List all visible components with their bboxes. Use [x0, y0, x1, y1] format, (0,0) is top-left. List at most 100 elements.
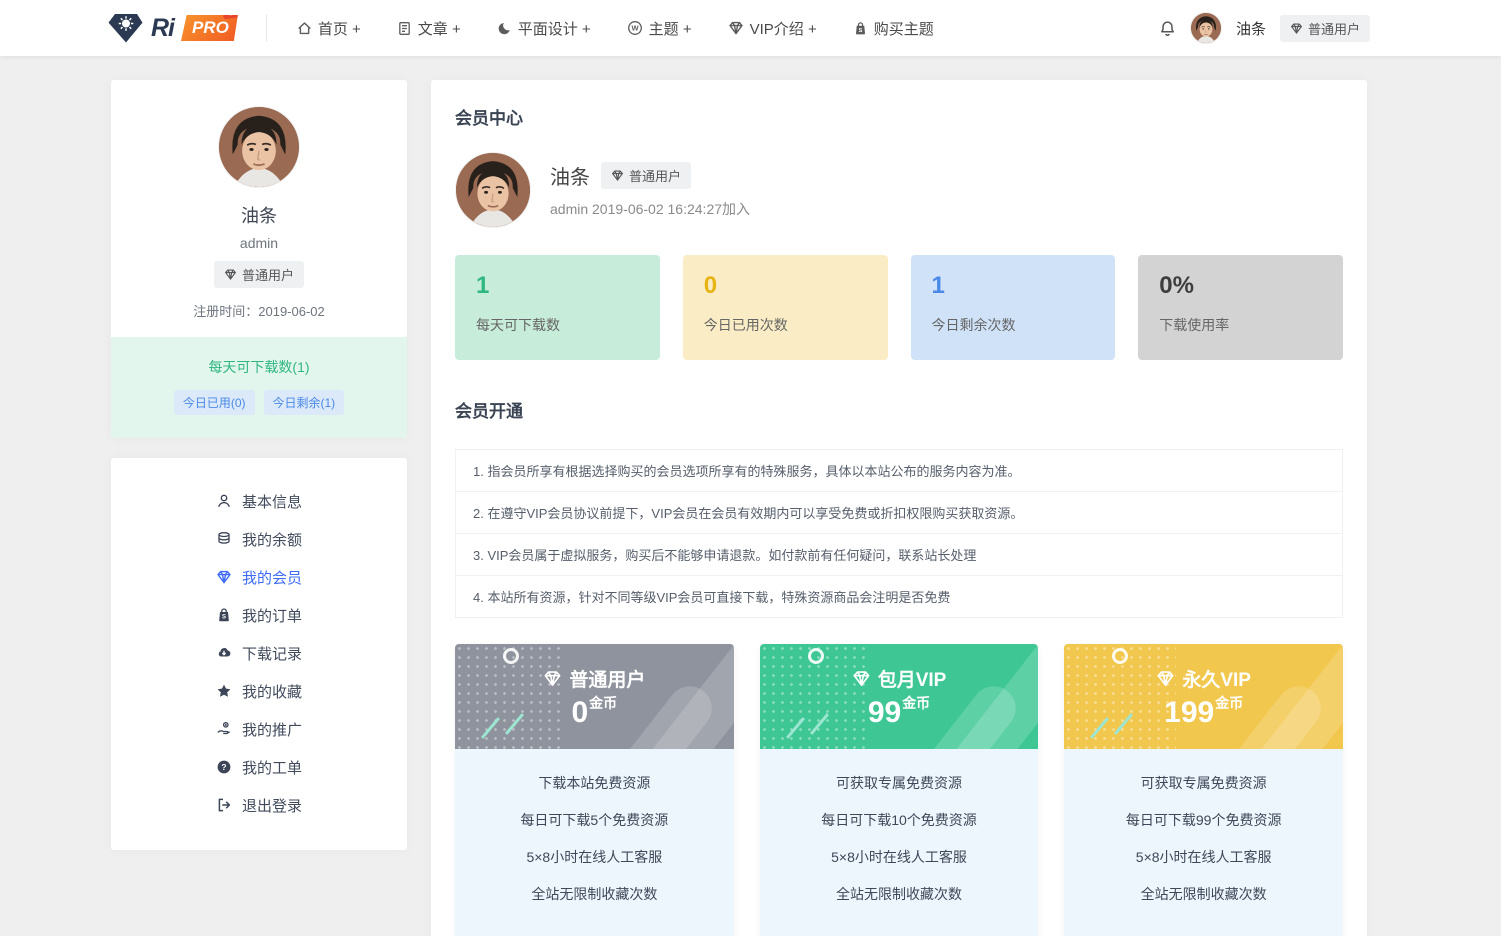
sidebar-item-tickets[interactable]: 我的工单: [111, 748, 407, 786]
plan-feature: 全站无限制收藏次数: [1064, 884, 1343, 904]
nav-item-vip-intro[interactable]: VIP介绍 +: [728, 18, 817, 39]
plan-feature: 每日可下载99个免费资源: [1064, 810, 1343, 830]
ring-decoration: [808, 648, 824, 664]
user-icon: [216, 493, 232, 509]
question-circle-icon: [216, 759, 232, 775]
plan-feature: 5×8小时在线人工客服: [1064, 847, 1343, 867]
topbar-user-badge: 普通用户: [1280, 15, 1370, 42]
plan-feature: 每日可下载10个免费资源: [760, 810, 1039, 830]
member-badge: 普通用户: [601, 162, 691, 189]
profile-name: 油条: [111, 202, 407, 228]
member-avatar: [455, 152, 531, 228]
used-today-pill: 今日已用(0): [174, 390, 255, 415]
topbar-avatar[interactable]: [1190, 12, 1222, 44]
plan-body: 下载本站免费资源 每日可下载5个免费资源 5×8小时在线人工客服 全站无限制收藏…: [455, 749, 734, 936]
sidebar-item-balance[interactable]: 我的余额: [111, 520, 407, 558]
plan-feature: 每日可下载5个免费资源: [455, 810, 734, 830]
plan-price: 199金币: [1164, 696, 1243, 728]
member-center-panel: 会员中心 油条 普通用户 admin 2019-06-02 16:24:27加入…: [431, 80, 1367, 936]
ring-decoration: [503, 648, 519, 664]
stat-value: 0: [704, 272, 867, 300]
plan-feature: 下载本站免费资源: [455, 773, 734, 793]
badge-label: 普通用户: [1308, 19, 1360, 38]
nav-item-themes[interactable]: 主题 +: [627, 18, 692, 39]
plan-price-unit: 金币: [1215, 695, 1243, 711]
menu-label: 我的余额: [242, 529, 302, 550]
top-navbar: Ri PRO V5 首页 + 文章 + 平面设计 + 主题 +: [0, 0, 1501, 56]
plan-name: 永久VIP: [1182, 665, 1251, 692]
plan-name: 普通用户: [569, 665, 645, 692]
menu-label: 退出登录: [242, 795, 302, 816]
stat-label: 下载使用率: [1159, 315, 1322, 335]
member-joined-date: admin 2019-06-02 16:24:27加入: [550, 199, 750, 219]
sidebar: 油条 admin 普通用户 注册时间：2019-06-02 每天可下载数(1) …: [111, 80, 407, 936]
profile-avatar: [218, 106, 300, 188]
cloud-download-icon: [216, 645, 232, 661]
plan-feature: 可获取专属免费资源: [760, 773, 1039, 793]
menu-label: 我的推广: [242, 719, 302, 740]
plans-row: 普通用户 0金币 下载本站免费资源 每日可下载5个免费资源 5×8小时在线人工客…: [455, 644, 1343, 936]
nav-item-graphic-design[interactable]: 平面设计 +: [497, 18, 591, 39]
logo-text-pro: PRO V5: [181, 15, 238, 41]
nav-label: 平面设计 +: [518, 18, 591, 39]
stat-daily-downloads: 1 每天可下载数: [455, 255, 660, 360]
register-date: 注册时间：2019-06-02: [111, 301, 407, 320]
profile-card: 油条 admin 普通用户 注册时间：2019-06-02 每天可下载数(1) …: [111, 80, 407, 438]
nav-divider: [266, 15, 267, 41]
nav-item-home[interactable]: 首页 +: [297, 18, 361, 39]
stats-row: 1 每天可下载数 0 今日已用次数 1 今日剩余次数 0% 下载使用率: [455, 255, 1343, 360]
plan-price-unit: 金币: [902, 695, 930, 711]
stat-value: 0%: [1159, 272, 1322, 300]
page-title: 会员中心: [455, 104, 1343, 129]
plan-body: 可获取专属免费资源 每日可下载99个免费资源 5×8小时在线人工客服 全站无限制…: [1064, 749, 1343, 936]
crescent-icon: [497, 21, 512, 36]
sidebar-item-downloads[interactable]: 下载记录: [111, 634, 407, 672]
membership-rules: 1. 指会员所享有根据选择购买的会员选项所享有的特殊服务，具体以本站公布的服务内…: [455, 449, 1343, 618]
logo-text-ri: Ri: [151, 14, 174, 43]
star-icon: [216, 683, 232, 699]
nav-label: 首页 +: [318, 18, 361, 39]
menu-label: 我的会员: [242, 567, 302, 588]
plan-feature: 全站无限制收藏次数: [760, 884, 1039, 904]
main-menu: 首页 + 文章 + 平面设计 + 主题 + VIP介绍 + 购买主题: [297, 18, 934, 39]
logo-version-badge: V5: [222, 5, 244, 19]
badge-label: 普通用户: [242, 265, 294, 284]
sidebar-item-orders[interactable]: 我的订单: [111, 596, 407, 634]
menu-label: 我的工单: [242, 757, 302, 778]
stat-remaining-today: 1 今日剩余次数: [911, 255, 1116, 360]
plan-card-regular-user: 普通用户 0金币 下载本站免费资源 每日可下载5个免费资源 5×8小时在线人工客…: [455, 644, 734, 936]
rule-row: 1. 指会员所享有根据选择购买的会员选项所享有的特殊服务，具体以本站公布的服务内…: [456, 450, 1342, 492]
sidebar-item-logout[interactable]: 退出登录: [111, 786, 407, 824]
nav-item-articles[interactable]: 文章 +: [397, 18, 461, 39]
plan-name: 包月VIP: [878, 665, 947, 692]
membership-section-title: 会员开通: [455, 397, 1343, 422]
gem-icon: [852, 669, 871, 688]
sidebar-item-membership[interactable]: 我的会员: [111, 558, 407, 596]
rule-row: 3. VIP会员属于虚拟服务，购买后不能够申请退款。如付款前有任何疑问，联系站长…: [456, 534, 1342, 576]
hand-coin-icon: [216, 721, 232, 737]
plan-price-unit: 金币: [589, 695, 617, 711]
logo-gem-icon: [108, 12, 144, 44]
nav-label: VIP介绍 +: [750, 18, 817, 39]
menu-label: 我的订单: [242, 605, 302, 626]
site-logo[interactable]: Ri PRO V5: [108, 12, 238, 44]
topbar-username[interactable]: 油条: [1236, 18, 1266, 39]
slash-decoration: [481, 717, 500, 739]
stat-label: 每天可下载数: [476, 315, 639, 335]
slash-decoration: [1114, 713, 1133, 735]
sidebar-item-favorites[interactable]: 我的收藏: [111, 672, 407, 710]
sidebar-item-referrals[interactable]: 我的推广: [111, 710, 407, 748]
plan-price: 0金币: [571, 696, 617, 728]
stat-usage-rate: 0% 下载使用率: [1138, 255, 1343, 360]
sidebar-item-basic-info[interactable]: 基本信息: [111, 482, 407, 520]
notifications-bell-icon[interactable]: [1159, 20, 1176, 37]
plan-title: 包月VIP: [852, 665, 947, 692]
download-quota-panel: 每天可下载数(1) 今日已用(0) 今日剩余(1): [111, 337, 407, 438]
rule-row: 2. 在遵守VIP会员协议前提下，VIP会员在会员有效期内可以享受免费或折扣权限…: [456, 492, 1342, 534]
menu-label: 下载记录: [242, 643, 302, 664]
plan-feature: 5×8小时在线人工客服: [455, 847, 734, 867]
shopping-bag-icon: [216, 607, 232, 623]
nav-item-buy-theme[interactable]: 购买主题: [853, 18, 934, 39]
plan-price: 99金币: [868, 696, 930, 728]
sidebar-menu: 基本信息 我的余额 我的会员 我的订单 下载记录 我的收藏: [111, 458, 407, 850]
